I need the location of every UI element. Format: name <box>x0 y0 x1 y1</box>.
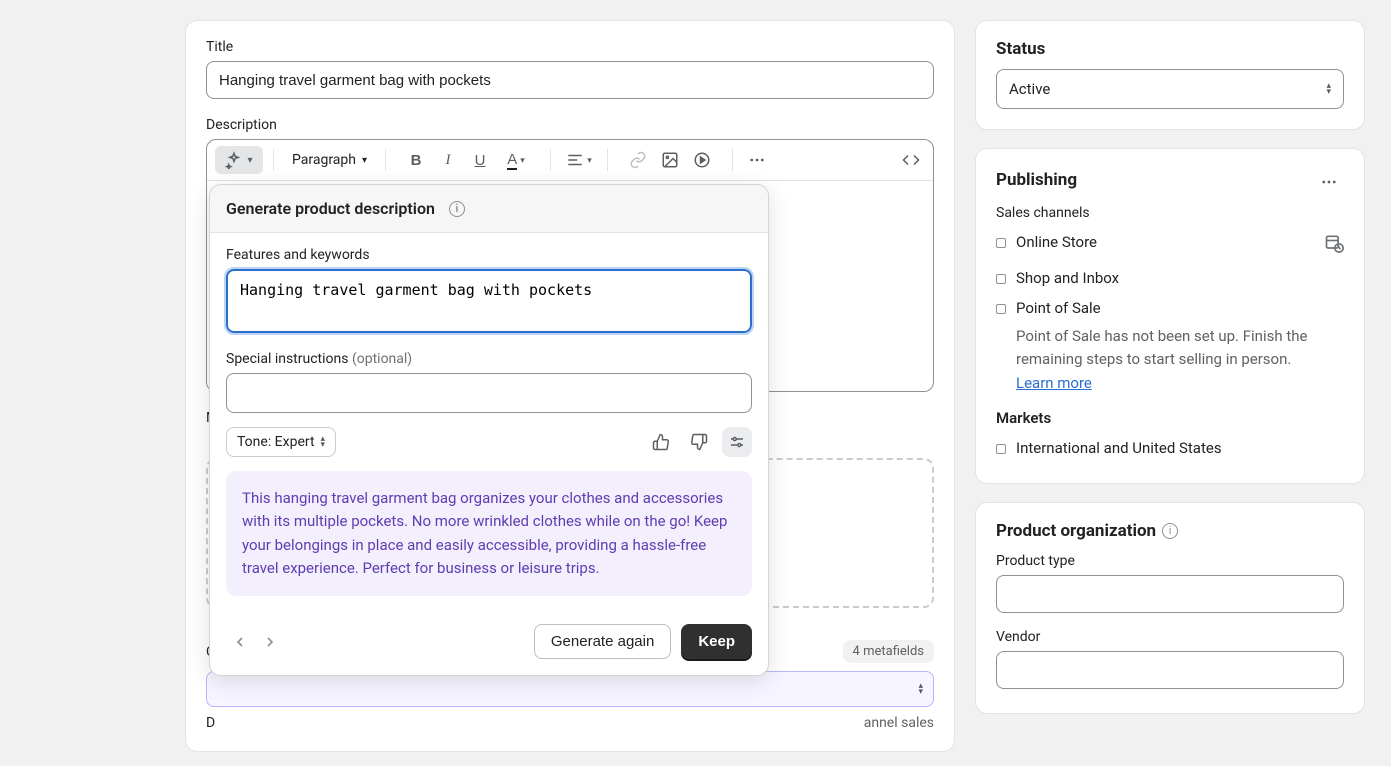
image-button[interactable] <box>656 146 684 174</box>
ai-popup-title: Generate product description <box>226 199 435 218</box>
html-view-button[interactable] <box>897 146 925 174</box>
market-item: International and United States <box>996 433 1344 463</box>
product-organization-card: Product organization i Product type Vend… <box>975 502 1365 714</box>
prev-suggestion-button[interactable] <box>226 628 254 656</box>
product-type-input[interactable] <box>996 575 1344 613</box>
align-left-icon <box>566 151 584 169</box>
channel-shop-inbox: Shop and Inbox <box>996 263 1344 293</box>
product-card: Title Description ▾ Paragraph ▾ <box>185 20 955 752</box>
learn-more-link[interactable]: Learn more <box>1016 374 1092 392</box>
thumbs-up-button[interactable] <box>646 427 676 457</box>
more-button[interactable] <box>743 146 771 174</box>
features-label: Features and keywords <box>226 247 752 263</box>
channel-online-store: Online Store <box>996 227 1344 263</box>
chevron-left-icon <box>232 634 248 650</box>
publishing-heading: Publishing <box>996 170 1077 190</box>
features-input[interactable] <box>226 269 752 333</box>
video-button[interactable] <box>688 146 716 174</box>
ai-generate-popup: Generate product description i Features … <box>209 184 769 676</box>
description-label: Description <box>206 117 934 133</box>
channel-bullet-icon <box>996 274 1006 284</box>
video-icon <box>693 151 711 169</box>
sliders-icon <box>728 433 746 451</box>
description-editor: ▾ Paragraph ▾ B I U A▾ <box>206 139 934 392</box>
title-label: Title <box>206 39 934 55</box>
status-value: Active <box>1009 80 1050 98</box>
status-heading: Status <box>996 39 1344 59</box>
channel-point-of-sale: Point of Sale <box>996 293 1344 323</box>
image-icon <box>661 151 679 169</box>
channel-bullet-icon <box>996 304 1006 314</box>
text-color-button[interactable]: A▾ <box>498 146 534 174</box>
channel-bullet-icon <box>996 238 1006 248</box>
ai-magic-button[interactable]: ▾ <box>215 146 263 174</box>
next-suggestion-button[interactable] <box>256 628 284 656</box>
status-select[interactable]: Active ▴▾ <box>996 69 1344 109</box>
channel-sales-fragment: annel sales <box>864 715 934 731</box>
status-card: Status Active ▴▾ <box>975 20 1365 130</box>
paragraph-style-label: Paragraph <box>292 152 356 168</box>
publishing-card: Publishing Sales channels Online Store S… <box>975 148 1365 484</box>
underline-button[interactable]: U <box>466 146 494 174</box>
channel-name: Shop and Inbox <box>1016 269 1119 287</box>
special-instructions-label: Special instructions (optional) <box>226 351 752 367</box>
link-button[interactable] <box>624 146 652 174</box>
thumbs-down-icon <box>690 433 708 451</box>
ai-popup-header: Generate product description i <box>210 185 768 233</box>
info-icon[interactable]: i <box>1162 523 1178 539</box>
tone-selector[interactable]: Tone: Expert ▴▾ <box>226 427 336 457</box>
title-input[interactable] <box>206 61 934 99</box>
editor-toolbar: ▾ Paragraph ▾ B I U A▾ <box>207 140 933 181</box>
generate-again-button[interactable]: Generate again <box>534 624 671 659</box>
dots-horizontal-icon <box>1320 173 1338 191</box>
channel-name: Point of Sale <box>1016 299 1344 317</box>
markets-label: Markets <box>996 409 1344 427</box>
category-select[interactable]: ▴▾ <box>206 671 934 707</box>
italic-button[interactable]: I <box>434 146 462 174</box>
special-instructions-input[interactable] <box>226 373 752 413</box>
schedule-icon[interactable] <box>1324 233 1344 257</box>
settings-sliders-button[interactable] <box>722 427 752 457</box>
link-icon <box>629 151 647 169</box>
info-icon[interactable]: i <box>449 201 465 217</box>
chevron-right-icon <box>262 634 278 650</box>
channel-name: Online Store <box>1016 233 1314 251</box>
product-type-label: Product type <box>996 553 1344 569</box>
vendor-input[interactable] <box>996 651 1344 689</box>
bold-button[interactable]: B <box>402 146 430 174</box>
paragraph-style-select[interactable]: Paragraph ▾ <box>284 148 375 172</box>
metafields-badge[interactable]: 4 metafields <box>843 640 934 663</box>
keep-button[interactable]: Keep <box>681 624 752 659</box>
vendor-label: Vendor <box>996 629 1344 645</box>
sales-channels-label: Sales channels <box>996 205 1344 221</box>
sparkle-icon <box>225 151 243 169</box>
determines-label-truncated: D <box>206 715 215 731</box>
thumbs-up-icon <box>652 433 670 451</box>
thumbs-down-button[interactable] <box>684 427 714 457</box>
align-button[interactable]: ▾ <box>561 146 597 174</box>
generated-description: This hanging travel garment bag organize… <box>226 471 752 596</box>
publishing-more-button[interactable] <box>1314 167 1344 197</box>
channel-bullet-icon <box>996 444 1006 454</box>
tone-label: Tone: Expert <box>237 434 315 450</box>
code-icon <box>902 151 920 169</box>
dots-horizontal-icon <box>748 151 766 169</box>
product-organization-heading: Product organization <box>996 521 1156 541</box>
markets-value: International and United States <box>1016 439 1222 457</box>
pos-setup-message: Point of Sale has not been set up. Finis… <box>1016 325 1344 370</box>
